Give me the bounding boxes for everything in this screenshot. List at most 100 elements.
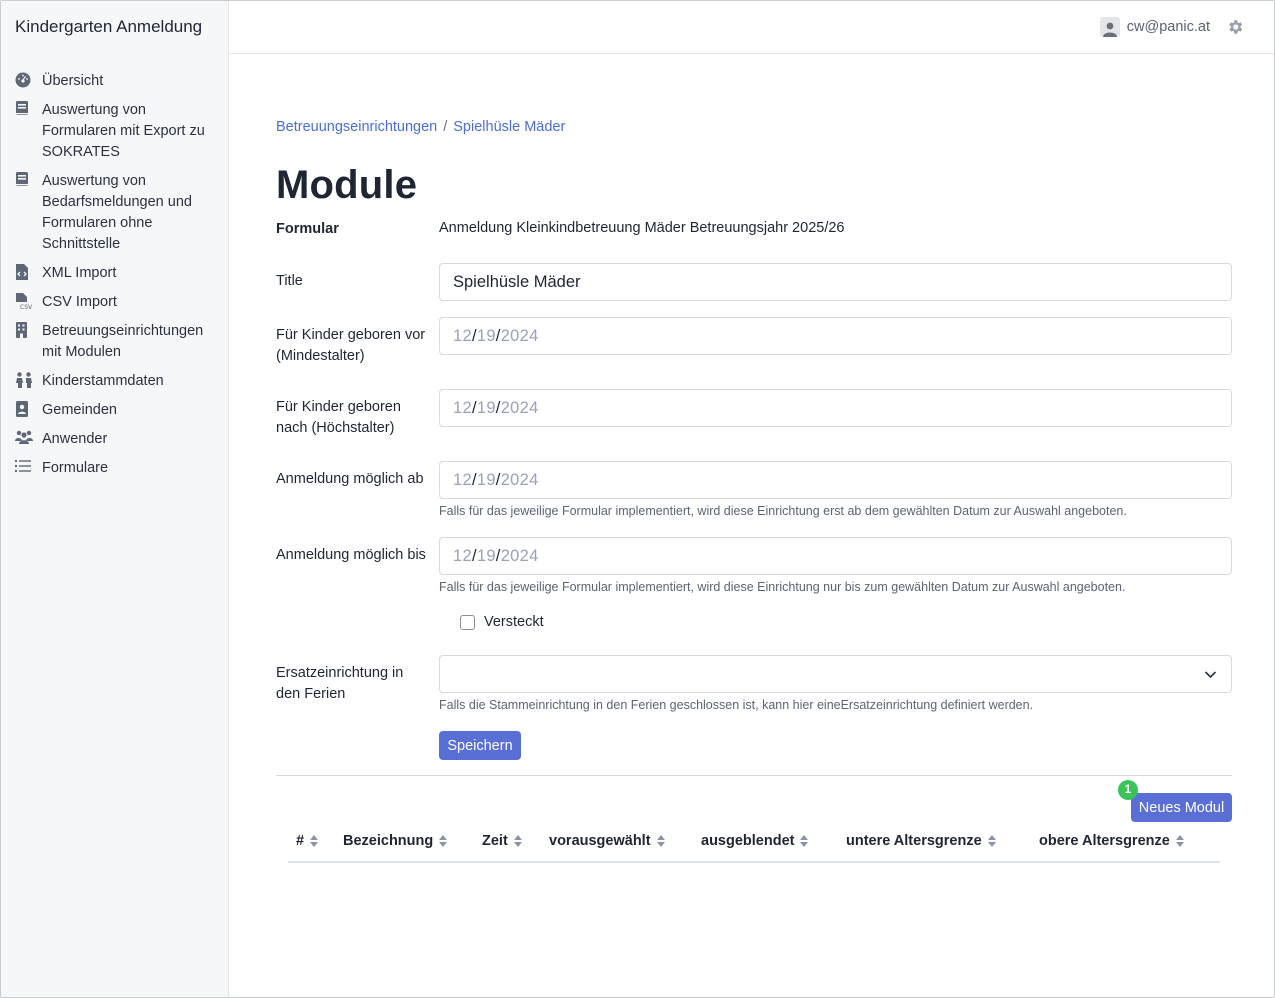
sidebar-item-uebersicht[interactable]: Übersicht — [1, 67, 229, 96]
max-age-label: Für Kinder geboren nach (Höchstalter) — [276, 399, 401, 436]
sort-icon — [656, 835, 665, 847]
min-age-date-input[interactable]: 12/19/2024 — [439, 317, 1232, 355]
user-email: cw@panic.at — [1126, 19, 1210, 35]
column-header-obere-altersgrenze[interactable]: obere Altersgrenze — [1039, 833, 1185, 849]
breadcrumb-parent-link[interactable]: Betreuungseinrichtungen — [276, 119, 437, 135]
column-header-label: untere Altersgrenze — [846, 833, 982, 849]
divider — [276, 775, 1232, 776]
column-header-vorausgewaehlt[interactable]: vorausgewählt — [549, 833, 666, 849]
reg-from-help: Falls für das jeweilige Formular impleme… — [439, 504, 1127, 518]
sidebar-item-label: Auswertung von Formularen mit Export zu … — [42, 102, 205, 160]
gear-icon[interactable] — [1226, 18, 1244, 36]
app-window: Kindergarten Anmeldung Übersicht Auswert… — [0, 0, 1275, 998]
sidebar-item-gemeinden[interactable]: Gemeinden — [1, 396, 229, 425]
reg-from-label: Anmeldung möglich ab — [276, 471, 424, 487]
formular-label: Formular — [276, 221, 339, 237]
sidebar-item-label: Gemeinden — [42, 402, 117, 418]
date-day: 19 — [476, 546, 496, 565]
users-icon — [15, 430, 37, 448]
hidden-checkbox[interactable] — [460, 614, 475, 630]
chevron-down-icon — [1204, 668, 1217, 681]
new-module-button[interactable]: Neues Modul — [1131, 793, 1232, 822]
breadcrumb-separator: / — [443, 119, 448, 135]
max-age-date-input[interactable]: 12/19/2024 — [439, 389, 1232, 427]
avatar-icon — [1099, 17, 1120, 37]
hidden-checkbox-label: Versteckt — [484, 614, 544, 630]
sidebar-item-auswertung-sokrates[interactable]: Auswertung von Formularen mit Export zu … — [1, 96, 229, 167]
dashboard-icon — [15, 72, 37, 90]
sidebar-item-label: Formulare — [42, 460, 109, 476]
file-csv-icon: CSV — [15, 293, 37, 311]
replacement-help: Falls die Stammeinrichtung in den Ferien… — [439, 698, 1034, 712]
sidebar-item-formulare[interactable]: Formulare — [1, 454, 229, 483]
hidden-checkbox-row[interactable]: Versteckt — [460, 614, 544, 630]
modules-table-header: # Bezeichnung Zeit vorausgewählt ausgebl… — [288, 829, 1220, 863]
sidebar-item-label: Kinderstammdaten — [42, 373, 164, 389]
date-day: 19 — [476, 326, 496, 345]
save-button[interactable]: Speichern — [439, 731, 521, 760]
date-day: 19 — [476, 398, 496, 417]
children-icon — [15, 372, 37, 390]
sort-icon — [1175, 835, 1184, 847]
svg-text:CSV: CSV — [20, 304, 33, 310]
step-badge: 1 — [1118, 780, 1138, 800]
sort-icon — [310, 835, 319, 847]
sidebar-item-betreuungseinrichtungen[interactable]: Betreuungseinrichtungen mit Modulen — [1, 317, 229, 367]
reg-from-date-input[interactable]: 12/19/2024 — [439, 461, 1232, 499]
column-header-untere-altersgrenze[interactable]: untere Altersgrenze — [846, 833, 997, 849]
date-year: 2024 — [500, 326, 539, 345]
column-header-label: Bezeichnung — [343, 833, 434, 849]
column-header-label: obere Altersgrenze — [1039, 833, 1170, 849]
sort-icon — [439, 835, 448, 847]
list-icon — [15, 459, 37, 477]
book-icon — [15, 172, 37, 190]
replacement-select[interactable] — [439, 655, 1232, 693]
column-header-ausgeblendet[interactable]: ausgeblendet — [701, 833, 809, 849]
breadcrumb-current-link[interactable]: Spielhüsle Mäder — [453, 119, 565, 135]
app-title: Kindergarten Anmeldung — [15, 17, 203, 36]
address-book-icon — [15, 401, 37, 419]
sidebar-nav: Übersicht Auswertung von Formularen mit … — [1, 67, 229, 483]
formular-value: Anmeldung Kleinkindbetreuung Mäder Betre… — [439, 220, 845, 236]
sort-icon — [800, 835, 809, 847]
date-month: 12 — [453, 398, 472, 417]
date-year: 2024 — [500, 546, 539, 565]
column-header-zeit[interactable]: Zeit — [482, 833, 523, 849]
file-code-icon — [15, 264, 37, 282]
sidebar-item-anwender[interactable]: Anwender — [1, 425, 229, 454]
column-header-label: Zeit — [482, 833, 508, 849]
sidebar-item-xml-import[interactable]: XML Import — [1, 259, 229, 288]
title-label: Title — [276, 273, 303, 289]
sidebar-item-auswertung-bedarf[interactable]: Auswertung von Bedarfsmeldungen und Form… — [1, 167, 229, 259]
book-icon — [15, 101, 37, 119]
reg-to-help: Falls für das jeweilige Formular impleme… — [439, 580, 1126, 594]
column-header-label: ausgeblendet — [701, 833, 795, 849]
sidebar-item-label: XML Import — [42, 265, 117, 281]
date-month: 12 — [453, 546, 472, 565]
topbar: cw@panic.at — [229, 1, 1274, 54]
date-year: 2024 — [500, 398, 539, 417]
title-input[interactable]: Spielhüsle Mäder — [439, 263, 1232, 301]
sidebar-item-label: Anwender — [42, 431, 108, 447]
sidebar-item-label: Übersicht — [42, 73, 104, 89]
column-header-label: # — [296, 833, 305, 849]
sidebar-item-csv-import[interactable]: CSV CSV Import — [1, 288, 229, 317]
page-title: Module — [276, 163, 418, 207]
sort-icon — [987, 835, 996, 847]
sidebar: Kindergarten Anmeldung Übersicht Auswert… — [1, 1, 229, 997]
sidebar-item-kinderstammdaten[interactable]: Kinderstammdaten — [1, 367, 229, 396]
replacement-label: Ersatzeinrichtung in den Ferien — [276, 665, 404, 702]
date-month: 12 — [453, 470, 472, 489]
sort-icon — [513, 835, 522, 847]
date-month: 12 — [453, 326, 472, 345]
sidebar-item-label: CSV Import — [42, 294, 117, 310]
date-day: 19 — [476, 470, 496, 489]
sidebar-item-label: Auswertung von Bedarfsmeldungen und Form… — [42, 173, 192, 252]
column-header-bezeichnung[interactable]: Bezeichnung — [343, 833, 448, 849]
reg-to-date-input[interactable]: 12/19/2024 — [439, 537, 1232, 575]
user-menu[interactable]: cw@panic.at — [1099, 17, 1210, 37]
column-header-number[interactable]: # — [296, 833, 319, 849]
min-age-label: Für Kinder geboren vor (Mindestalter) — [276, 327, 426, 364]
column-header-label: vorausgewählt — [549, 833, 651, 849]
building-icon — [15, 322, 37, 340]
